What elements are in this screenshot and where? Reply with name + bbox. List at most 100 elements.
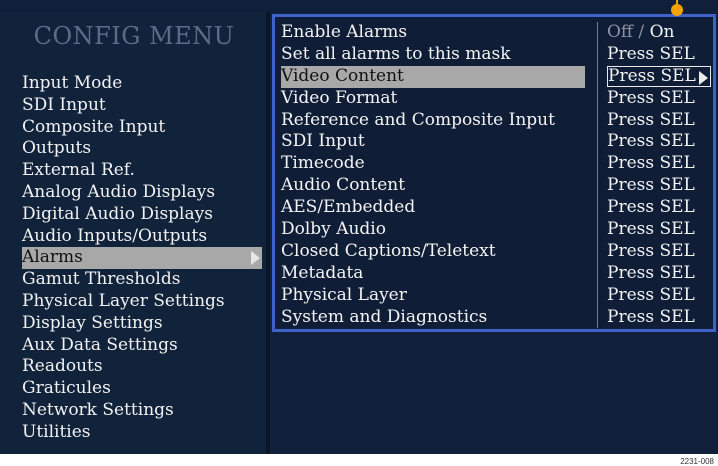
alarm-item-value[interactable]: Press SEL <box>607 88 711 110</box>
press-sel-text: Press SEL <box>607 109 695 130</box>
menu-item-composite-input[interactable]: Composite Input <box>22 117 262 139</box>
alarm-item-value[interactable]: Off / On <box>607 22 711 44</box>
alarm-item-value[interactable]: Press SEL <box>607 110 711 132</box>
alarm-item-reference-and-composite-input[interactable]: Reference and Composite Input Press SEL <box>281 110 711 132</box>
alarm-item-label: Set all alarms to this mask <box>281 43 511 64</box>
alarm-item-label: Enable Alarms <box>281 22 408 42</box>
alarm-item-set-all-alarms-to-this-mask[interactable]: Set all alarms to this mask Press SEL <box>281 44 711 66</box>
alarm-item-label: Timecode <box>281 153 365 174</box>
menu-item-graticules[interactable]: Graticules <box>22 378 262 400</box>
alarm-item-label: Metadata <box>281 262 364 283</box>
press-sel-text: Press SEL <box>607 87 695 108</box>
toggle-on-option[interactable]: On <box>650 22 675 42</box>
alarm-item-aes-embedded[interactable]: AES/Embedded Press SEL <box>281 197 711 219</box>
alarm-item-video-format[interactable]: Video Format Press SEL <box>281 88 711 110</box>
toggle-separator: / <box>638 22 645 42</box>
menu-item-physical-layer-settings[interactable]: Physical Layer Settings <box>22 291 262 313</box>
menu-item-label: Alarms <box>22 247 83 268</box>
menu-item-label: Readouts <box>22 356 103 377</box>
alarm-item-dolby-audio[interactable]: Dolby Audio Press SEL <box>281 219 711 241</box>
menu-item-label: Composite Input <box>22 116 166 137</box>
menu-item-sdi-input[interactable]: SDI Input <box>22 95 262 117</box>
menu-item-label: Graticules <box>22 378 111 399</box>
alarm-item-video-content[interactable]: Video Content Press SEL <box>281 65 711 88</box>
alarm-item-label: SDI Input <box>281 131 365 152</box>
press-sel-text: Press SEL <box>607 197 695 218</box>
alarm-item-label: Reference and Composite Input <box>281 109 555 130</box>
figure-id: 2231-008 <box>680 457 714 466</box>
alarm-item-value[interactable]: Press SEL <box>607 175 711 197</box>
press-sel-text: Press SEL <box>607 240 695 261</box>
alarm-item-value[interactable]: Press SEL <box>607 219 711 241</box>
alarm-item-value[interactable]: Press SEL <box>607 197 711 219</box>
alarm-item-value[interactable]: Press SEL <box>607 65 711 87</box>
menu-item-label: External Ref. <box>22 160 135 181</box>
menu-item-input-mode[interactable]: Input Mode <box>22 73 262 95</box>
alarm-item-label: AES/Embedded <box>281 197 416 218</box>
submenu-arrow-icon <box>251 251 260 266</box>
menu-item-label: Physical Layer Settings <box>22 290 225 311</box>
alarm-item-label: Audio Content <box>281 175 406 196</box>
menu-item-analog-audio-displays[interactable]: Analog Audio Displays <box>22 182 262 204</box>
menu-item-alarms[interactable]: Alarms <box>22 247 262 270</box>
alarm-item-value[interactable]: Press SEL <box>607 307 711 329</box>
menu-item-label: Network Settings <box>22 399 174 420</box>
alarm-item-value[interactable]: Press SEL <box>607 131 711 153</box>
alarm-item-value[interactable]: Press SEL <box>607 263 711 285</box>
menu-item-readouts[interactable]: Readouts <box>22 356 262 378</box>
menu-item-label: Utilities <box>22 421 91 442</box>
menu-item-utilities[interactable]: Utilities <box>22 422 262 444</box>
alarm-item-label: Physical Layer <box>281 284 407 305</box>
menu-item-external-ref[interactable]: External Ref. <box>22 160 262 182</box>
menu-item-label: Analog Audio Displays <box>22 181 216 202</box>
press-sel-text: Press SEL <box>607 219 695 240</box>
toggle-off-option[interactable]: Off <box>607 22 633 42</box>
submenu-arrow-icon <box>699 70 708 85</box>
menu-title: CONFIG MENU <box>33 22 235 50</box>
alarm-item-label: Video Format <box>281 87 398 108</box>
alarm-item-label: Video Content <box>281 65 585 88</box>
alarm-item-enable-alarms[interactable]: Enable Alarms Off / On <box>281 22 711 44</box>
alarm-item-value[interactable]: Press SEL <box>607 153 711 175</box>
alarm-item-value[interactable]: Press SEL <box>607 44 711 66</box>
menu-item-gamut-thresholds[interactable]: Gamut Thresholds <box>22 269 262 291</box>
press-sel-text: Press SEL <box>607 43 695 64</box>
press-sel-text: Press SEL <box>607 175 695 196</box>
menu-item-label: Audio Inputs/Outputs <box>22 225 208 246</box>
alarm-item-label: Closed Captions/Teletext <box>281 240 496 261</box>
press-sel-text: Press SEL <box>607 284 695 305</box>
menu-item-label: Display Settings <box>22 312 163 333</box>
alarm-item-value[interactable]: Press SEL <box>607 285 711 307</box>
alarm-item-sdi-input[interactable]: SDI Input Press SEL <box>281 131 711 153</box>
alarm-item-metadata[interactable]: Metadata Press SEL <box>281 263 711 285</box>
menu-item-label: Aux Data Settings <box>22 334 178 355</box>
alarm-item-timecode[interactable]: Timecode Press SEL <box>281 153 711 175</box>
menu-item-label: SDI Input <box>22 94 106 115</box>
menu-item-audio-inputs-outputs[interactable]: Audio Inputs/Outputs <box>22 226 262 248</box>
menu-item-label: Outputs <box>22 138 92 159</box>
menu-item-display-settings[interactable]: Display Settings <box>22 313 262 335</box>
menu-item-digital-audio-displays[interactable]: Digital Audio Displays <box>22 204 262 226</box>
callout-pin-icon <box>671 4 683 16</box>
panel-divider <box>266 12 270 454</box>
menu-item-aux-data-settings[interactable]: Aux Data Settings <box>22 335 262 357</box>
press-sel-text: Press SEL <box>607 306 695 327</box>
alarm-item-label: Dolby Audio <box>281 219 386 240</box>
alarm-item-closed-captions-teletext[interactable]: Closed Captions/Teletext Press SEL <box>281 241 711 263</box>
press-sel-text: Press SEL <box>607 131 695 152</box>
alarms-submenu-list: Enable Alarms Off / On Set all alarms to t… <box>281 22 711 328</box>
config-menu-list: Input Mode SDI Input Composite Input Output… <box>22 73 262 444</box>
alarm-item-value[interactable]: Press SEL <box>607 241 711 263</box>
menu-item-outputs[interactable]: Outputs <box>22 138 262 160</box>
alarm-item-audio-content[interactable]: Audio Content Press SEL <box>281 175 711 197</box>
press-sel-text: Press SEL <box>608 65 696 86</box>
menu-item-label: Digital Audio Displays <box>22 203 213 224</box>
alarm-item-physical-layer[interactable]: Physical Layer Press SEL <box>281 285 711 307</box>
menu-item-label: Input Mode <box>22 73 123 93</box>
menu-item-network-settings[interactable]: Network Settings <box>22 400 262 422</box>
alarm-item-label: System and Diagnostics <box>281 306 488 327</box>
menu-item-label: Gamut Thresholds <box>22 269 181 290</box>
press-sel-text: Press SEL <box>607 262 695 283</box>
alarm-item-system-and-diagnostics[interactable]: System and Diagnostics Press SEL <box>281 307 711 329</box>
press-sel-text: Press SEL <box>607 153 695 174</box>
